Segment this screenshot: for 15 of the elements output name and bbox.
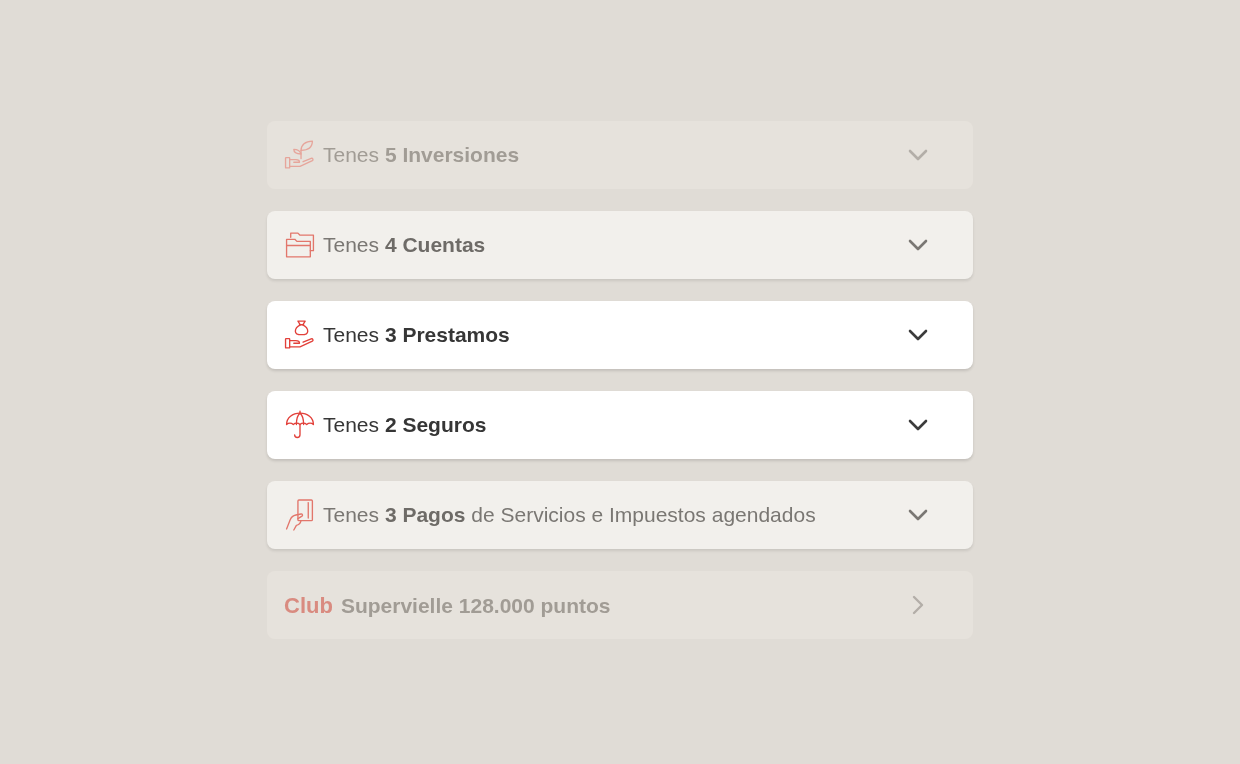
hand-card-icon: [284, 499, 316, 531]
chevron-down-icon: [908, 419, 928, 431]
umbrella-icon: [284, 409, 316, 441]
accordion-header[interactable]: Tenes 4 Cuentas: [267, 211, 973, 279]
chevron-right-icon: [912, 595, 924, 615]
chevron-down-icon: [908, 239, 928, 251]
accordion-header[interactable]: Tenes 3 Pagos de Servicios e Impuestos agendados: [267, 481, 973, 549]
chevron-down-icon: [908, 149, 928, 161]
hand-plant-icon: [284, 139, 316, 171]
accordion-header[interactable]: Tenes 2 Seguros: [267, 391, 973, 459]
chevron-down-icon: [908, 329, 928, 341]
chevron-down-icon: [908, 509, 928, 521]
accordion-header[interactable]: Tenes 3 Prestamos: [267, 301, 973, 369]
folder-icon: [284, 229, 316, 261]
hand-money-bag-icon: [284, 319, 316, 351]
